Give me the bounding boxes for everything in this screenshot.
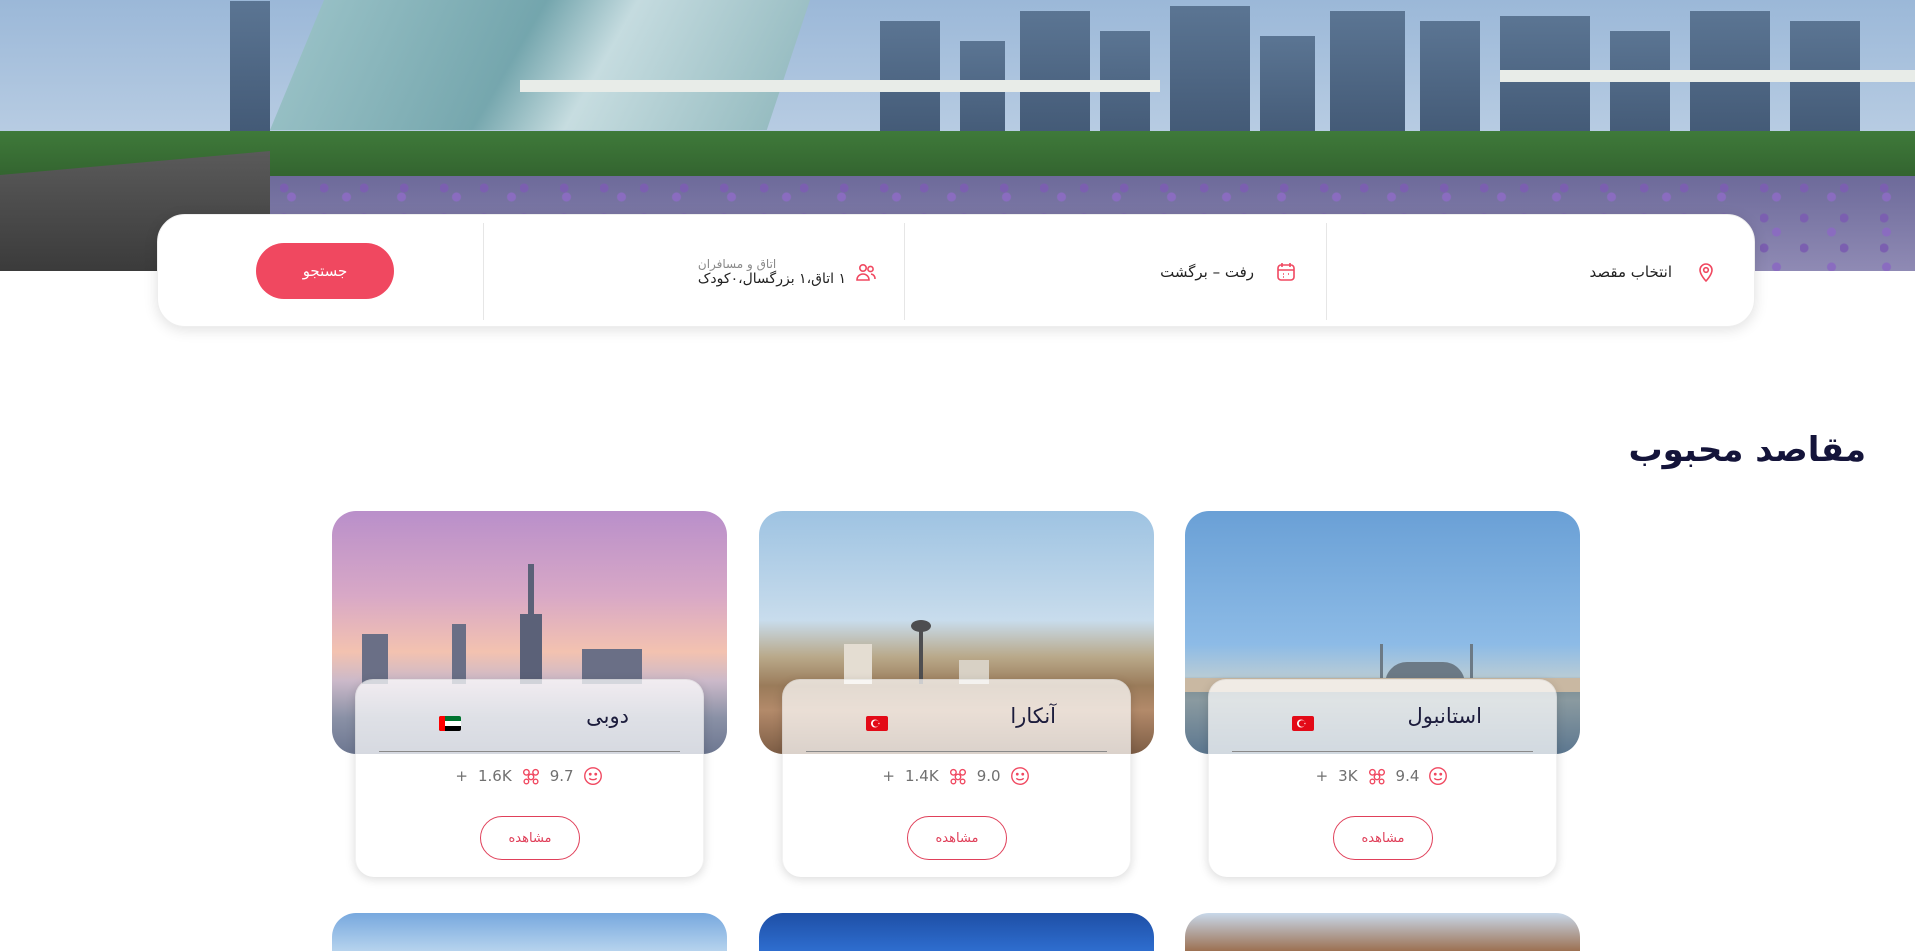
card-info-panel: استانبول + 3K 9.4 مشاهده [1208, 679, 1557, 877]
destination-card-partial[interactable] [332, 913, 727, 951]
location-pin-icon [1694, 260, 1718, 284]
reviews-icon [520, 765, 542, 787]
users-icon [854, 260, 878, 284]
search-button[interactable]: جستجو [256, 243, 394, 299]
reviews-count: 3K [1338, 767, 1358, 785]
destination-card-istanbul[interactable]: استانبول + 3K 9.4 مشاهده [1185, 511, 1580, 877]
turkey-flag-icon [1292, 716, 1314, 731]
rating-score: 9.4 [1395, 767, 1420, 785]
card-stats: + 1.4K 9.0 [783, 763, 1130, 789]
card-info-panel: دوبی + 1.6K 9.7 مشاهده [355, 679, 704, 877]
city-name: آنکارا [1010, 704, 1056, 728]
city-name: دوبی [586, 704, 629, 728]
view-button[interactable]: مشاهده [907, 816, 1007, 860]
reviews-icon [1366, 765, 1388, 787]
smiley-icon [1427, 765, 1449, 787]
city-underline [1232, 751, 1533, 752]
section-title: مقاصد محبوب [1628, 430, 1866, 470]
card-info-panel: آنکارا + 1.4K 9.0 مشاهده [782, 679, 1131, 877]
reviews-icon [947, 765, 969, 787]
city-underline [806, 751, 1107, 752]
destination-label: انتخاب مقصد [1589, 262, 1672, 281]
rooms-guests-field[interactable]: اتاق و مسافران ۱ اتاق،۱ بزرگسال،۰کودک [498, 215, 878, 328]
destination-field[interactable]: انتخاب مقصد [1358, 215, 1718, 328]
reviews-count: 1.6K [478, 767, 512, 785]
card-stats: + 3K 9.4 [1209, 763, 1556, 789]
dates-field[interactable]: رفت – برگشت [938, 215, 1298, 328]
dates-label: رفت – برگشت [1160, 262, 1254, 281]
smiley-icon [582, 765, 604, 787]
turkey-flag-icon [866, 716, 888, 731]
reviews-plus: + [882, 767, 895, 785]
destination-card-ankara[interactable]: آنکارا + 1.4K 9.0 مشاهده [759, 511, 1154, 877]
search-bar: انتخاب مقصد رفت – برگشت اتاق و مسافران ۱… [157, 214, 1755, 327]
rating-score: 9.7 [549, 767, 574, 785]
rating-score: 9.0 [976, 767, 1001, 785]
rooms-guests-caption: اتاق و مسافران [697, 256, 777, 271]
reviews-count: 1.4K [905, 767, 939, 785]
reviews-plus: + [455, 767, 468, 785]
reviews-plus: + [1315, 767, 1329, 785]
view-button[interactable]: مشاهده [480, 816, 580, 860]
card-stats: + 1.6K 9.7 [356, 763, 703, 789]
destination-card-partial[interactable] [1185, 913, 1580, 951]
calendar-icon [1274, 260, 1298, 284]
city-underline [379, 751, 680, 752]
city-name: استانبول [1407, 704, 1482, 728]
destination-card-dubai[interactable]: دوبی + 1.6K 9.7 مشاهده [332, 511, 727, 877]
view-button[interactable]: مشاهده [1333, 816, 1433, 860]
smiley-icon [1009, 765, 1031, 787]
destination-card-partial[interactable] [759, 913, 1154, 951]
uae-flag-icon [439, 716, 461, 731]
rooms-guests-value: ۱ اتاق،۱ بزرگسال،۰کودک [697, 270, 846, 287]
